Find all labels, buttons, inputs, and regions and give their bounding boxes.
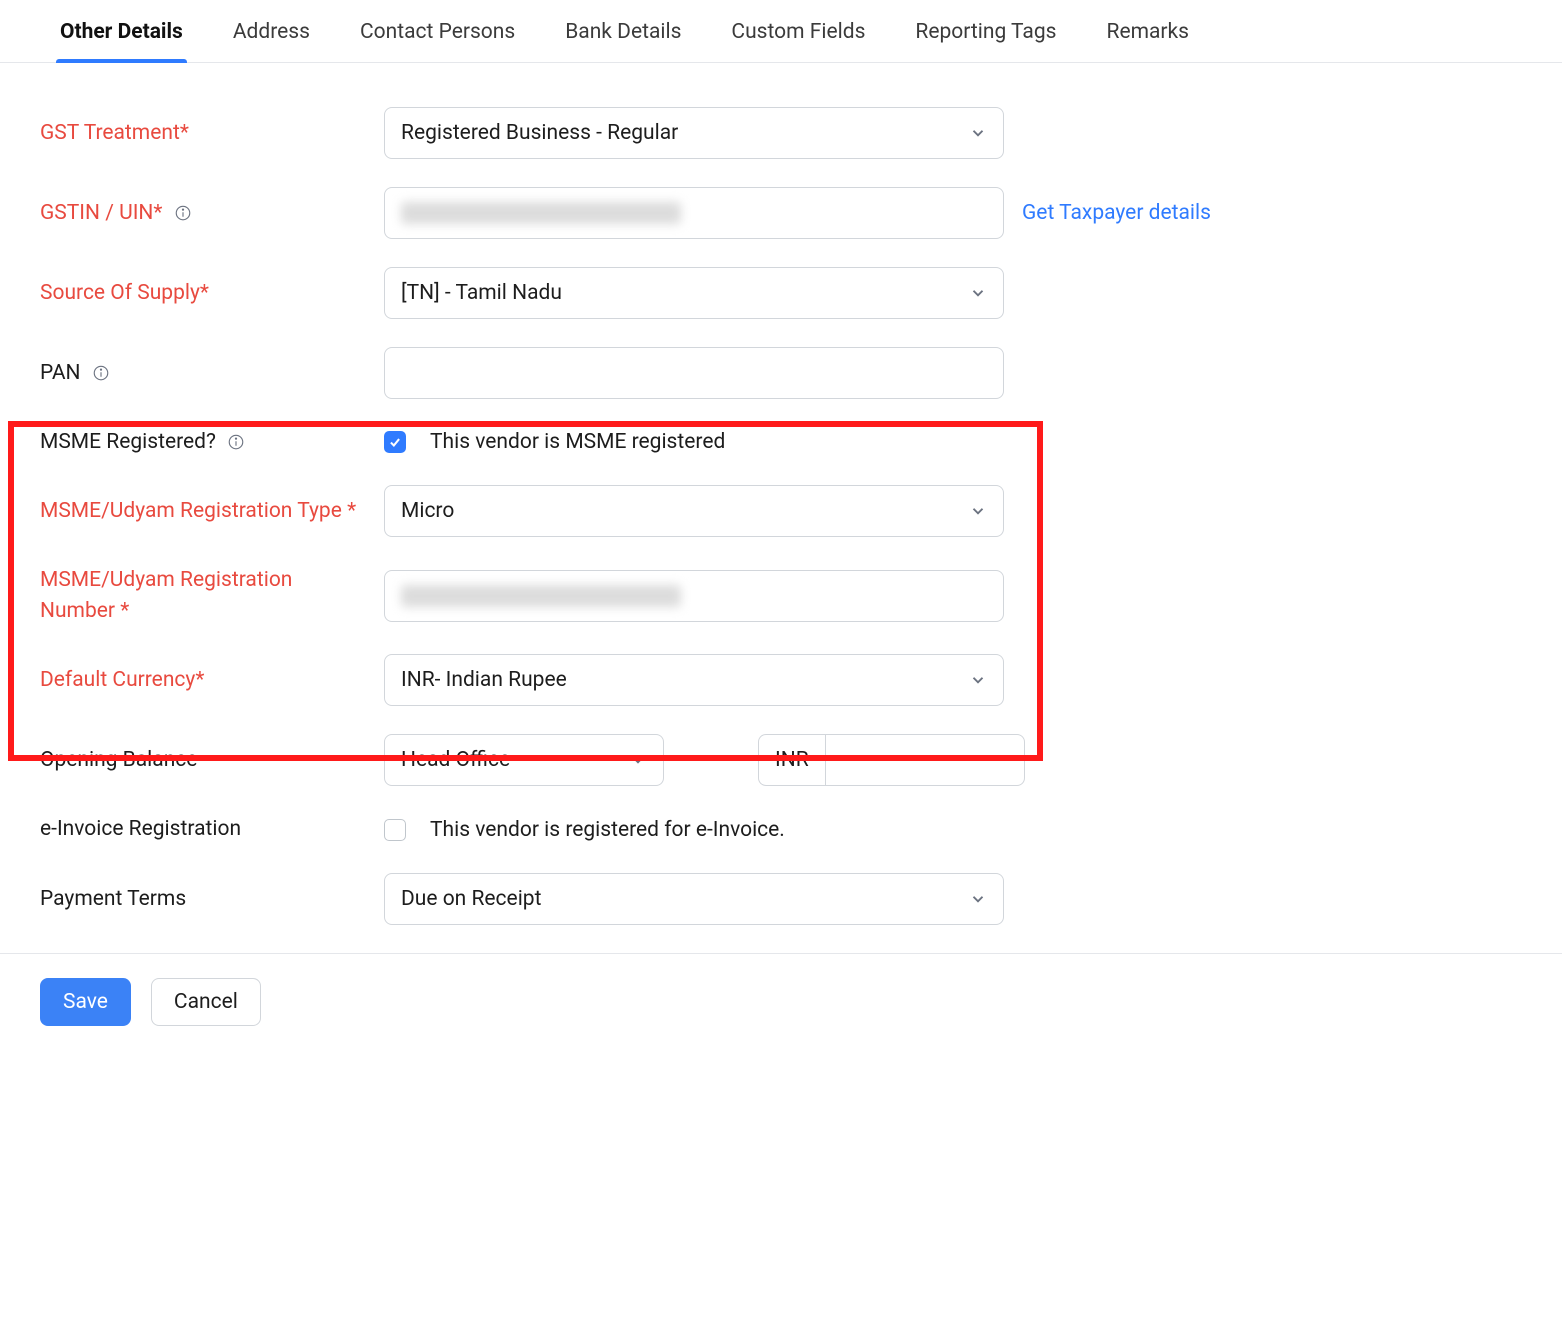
label-gst-treatment: GST Treatment* — [40, 118, 370, 148]
tab-remarks[interactable]: Remarks — [1107, 8, 1190, 62]
save-button[interactable]: Save — [40, 978, 131, 1026]
tab-custom-fields[interactable]: Custom Fields — [731, 8, 865, 62]
gstin-uin-input[interactable] — [384, 187, 1004, 239]
label-msme-type: MSME/Udyam Registration Type * — [40, 496, 370, 526]
label-pan: PAN — [40, 358, 370, 388]
tab-other-details[interactable]: Other Details — [60, 8, 183, 62]
chevron-down-icon — [969, 284, 987, 302]
label-default-currency: Default Currency* — [40, 665, 370, 695]
opening-balance-branch-select[interactable]: Head Office — [384, 734, 664, 786]
footer-actions: Save Cancel — [0, 953, 1562, 1026]
chevron-down-icon — [969, 124, 987, 142]
chevron-down-icon — [969, 890, 987, 908]
tab-address[interactable]: Address — [233, 8, 310, 62]
label-msme-number: MSME/Udyam Registration Number * — [40, 565, 370, 626]
tab-bar: Other Details Address Contact Persons Ba… — [0, 0, 1562, 63]
info-icon[interactable] — [92, 364, 110, 382]
msme-registered-checkbox[interactable] — [384, 431, 406, 453]
info-icon[interactable] — [174, 204, 192, 222]
payment-terms-select[interactable]: Due on Receipt — [384, 873, 1004, 925]
einvoice-label: This vendor is registered for e-Invoice. — [430, 818, 785, 842]
opening-balance-currency-prefix: INR — [758, 734, 825, 786]
gst-treatment-select[interactable]: Registered Business - Regular — [384, 107, 1004, 159]
info-icon[interactable] — [227, 433, 245, 451]
msme-number-input[interactable] — [384, 570, 1004, 622]
chevron-down-icon — [969, 671, 987, 689]
label-msme-registered: MSME Registered? — [40, 427, 370, 457]
chevron-down-icon — [969, 502, 987, 520]
other-details-form: GST Treatment* Registered Business - Reg… — [0, 63, 1562, 939]
opening-balance-amount-input[interactable] — [825, 734, 1025, 786]
default-currency-select[interactable]: INR- Indian Rupee — [384, 654, 1004, 706]
einvoice-checkbox[interactable] — [384, 819, 406, 841]
chevron-down-icon — [629, 751, 647, 769]
label-opening-balance: Opening Balance — [40, 745, 370, 775]
label-gstin-uin: GSTIN / UIN* — [40, 198, 370, 228]
pan-input[interactable] — [384, 347, 1004, 399]
redacted-value — [401, 202, 681, 224]
tab-reporting-tags[interactable]: Reporting Tags — [915, 8, 1056, 62]
label-payment-terms: Payment Terms — [40, 884, 370, 914]
label-einvoice-registration: e-Invoice Registration — [40, 814, 370, 844]
redacted-value — [401, 585, 681, 607]
label-source-of-supply: Source Of Supply* — [40, 278, 370, 308]
tab-contact-persons[interactable]: Contact Persons — [360, 8, 515, 62]
cancel-button[interactable]: Cancel — [151, 978, 261, 1026]
get-taxpayer-link[interactable]: Get Taxpayer details — [1022, 201, 1211, 225]
tab-bank-details[interactable]: Bank Details — [565, 8, 681, 62]
source-of-supply-select[interactable]: [TN] - Tamil Nadu — [384, 267, 1004, 319]
msme-registered-label: This vendor is MSME registered — [430, 430, 725, 454]
msme-type-select[interactable]: Micro — [384, 485, 1004, 537]
